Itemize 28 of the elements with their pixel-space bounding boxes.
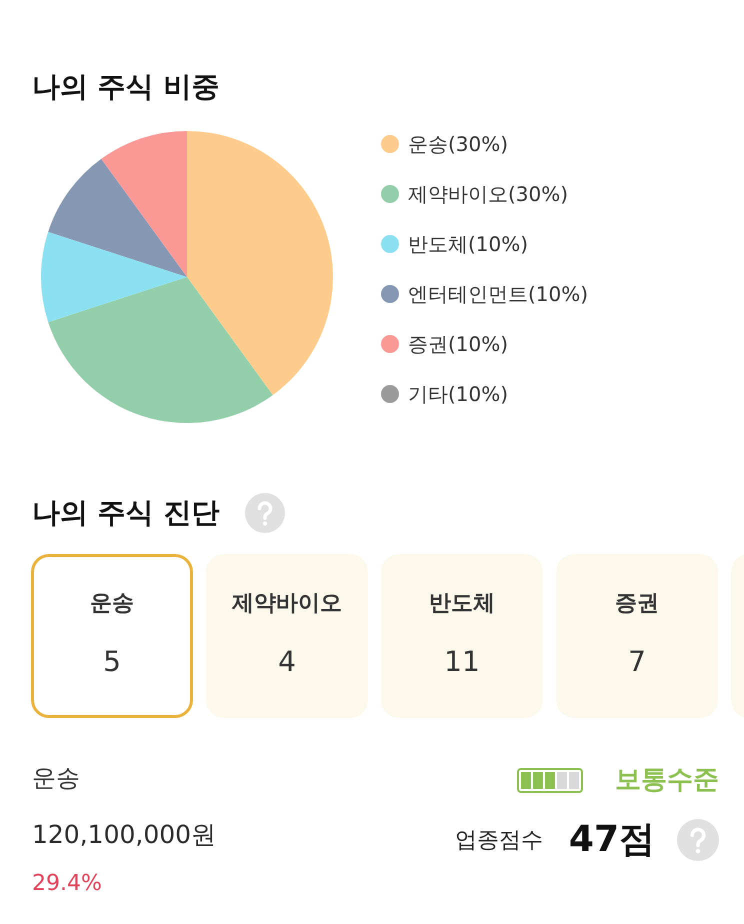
- score-value: 47점: [568, 818, 655, 862]
- legend-label: 엔터테인먼트(10%): [408, 280, 588, 308]
- card-label: 증권: [615, 590, 659, 618]
- legend-label: 운송(30%): [408, 130, 508, 158]
- sector-card[interactable]: 반도체 11: [381, 554, 543, 718]
- section-title: 나의 주식 진단: [32, 496, 220, 530]
- card-value: 7: [628, 645, 646, 679]
- section-title: 나의 주식 비중: [32, 70, 220, 104]
- sector-card[interactable]: 증권 7: [556, 554, 718, 718]
- help-icon[interactable]: [677, 818, 719, 860]
- sector-card[interactable]: 운송 5: [31, 554, 193, 718]
- card-label: 운송: [90, 590, 134, 618]
- legend-label: 제약바이오(30%): [408, 180, 568, 208]
- legend-label: 반도체(10%): [408, 230, 528, 258]
- legend-label: 기타(10%): [408, 380, 508, 408]
- card-value: 5: [103, 645, 121, 679]
- sector-name: 운송: [32, 763, 80, 794]
- sector-card[interactable]: 제약바이오 4: [206, 554, 368, 718]
- help-icon[interactable]: [244, 493, 284, 533]
- portfolio-share: 29.4%: [32, 870, 102, 898]
- card-label: 제약바이오: [232, 590, 342, 618]
- score-label: 업종점수: [454, 826, 543, 854]
- card-label: 반도체: [429, 590, 495, 618]
- grade-label: 보통수준: [615, 764, 719, 796]
- legend-label: 증권(10%): [408, 330, 508, 358]
- card-value: 4: [278, 645, 296, 679]
- holding-amount: 120,100,000원: [32, 819, 216, 851]
- card-value: 11: [444, 645, 480, 679]
